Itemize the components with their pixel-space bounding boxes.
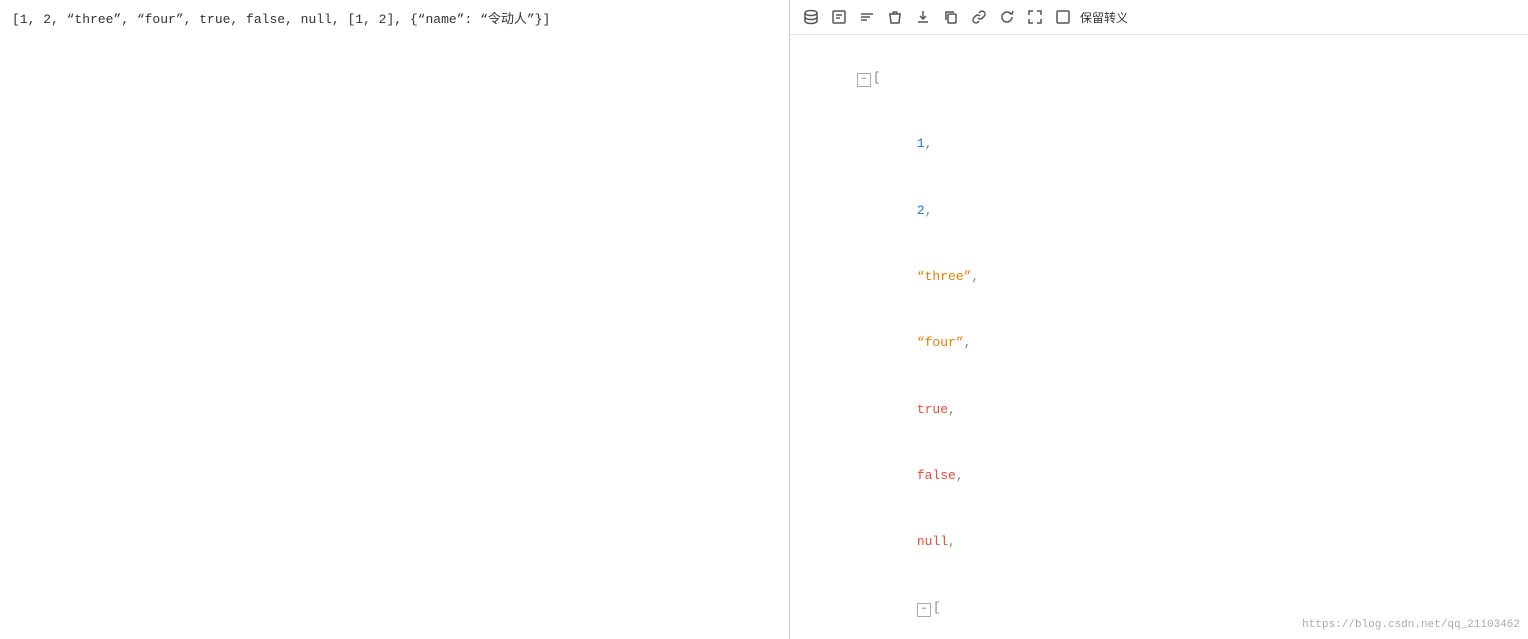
watermark-text: https://blog.csdn.net/qq_21103462: [1302, 619, 1520, 631]
text-format-icon[interactable]: [828, 6, 850, 28]
left-editor-panel[interactable]: [1, 2, “three”, “four”, true, false, nul…: [0, 0, 790, 639]
database-icon[interactable]: [800, 6, 822, 28]
item-true: true,: [870, 376, 1508, 442]
refresh-icon[interactable]: [996, 6, 1018, 28]
item-four: “four”,: [870, 310, 1508, 376]
item-1: 1,: [870, 111, 1508, 177]
copy-icon[interactable]: [940, 6, 962, 28]
nested-array-collapse-btn[interactable]: −: [917, 603, 931, 617]
download-icon[interactable]: [912, 6, 934, 28]
root-collapse-btn[interactable]: −: [857, 73, 871, 87]
expand-icon[interactable]: [1024, 6, 1046, 28]
raw-json-text: [1, 2, “three”, “four”, true, false, nul…: [12, 12, 550, 27]
item-false: false,: [870, 443, 1508, 509]
item-null: null,: [870, 509, 1508, 575]
root-open-line: −[: [810, 45, 1508, 111]
json-tree-view: −[ 1, 2, “three”, “four”, true, false, n…: [790, 35, 1528, 639]
link-icon[interactable]: [968, 6, 990, 28]
watermark: https://blog.csdn.net/qq_21103462: [1302, 619, 1520, 631]
delete-icon[interactable]: [884, 6, 906, 28]
checkbox-square-icon[interactable]: [1052, 6, 1074, 28]
toolbar: 保留转义: [790, 0, 1528, 35]
item-three: “three”,: [870, 244, 1508, 310]
item-2: 2,: [870, 178, 1508, 244]
right-panel: 保留转义 −[ 1, 2, “three”, “four”, true, fal…: [790, 0, 1528, 639]
preserve-label[interactable]: 保留转义: [1080, 9, 1128, 26]
sort-icon[interactable]: [856, 6, 878, 28]
preserve-text: 保留转义: [1080, 9, 1128, 26]
